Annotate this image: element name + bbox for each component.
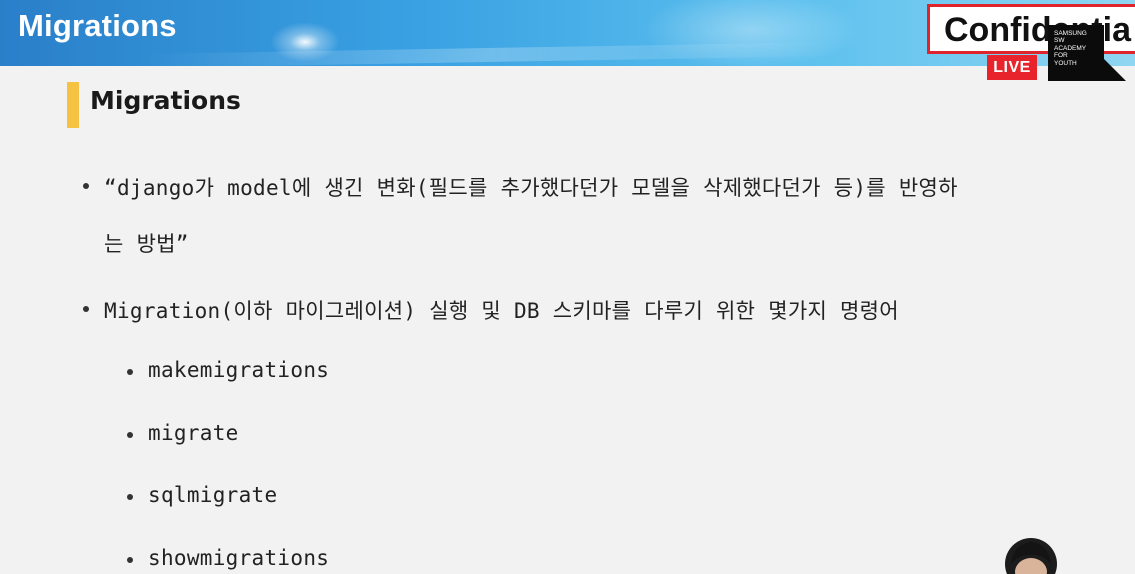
- academy-logo-text: SAMSUNG SW ACADEMY FOR YOUTH: [1054, 30, 1087, 67]
- bullet-dot: [83, 183, 89, 189]
- command-migrate: migrate: [148, 421, 239, 445]
- command-sqlmigrate: sqlmigrate: [148, 483, 278, 507]
- academy-line: FOR: [1054, 52, 1068, 60]
- academy-line: SW: [1054, 37, 1065, 45]
- header-title: Migrations: [18, 8, 177, 43]
- bullet-1-line-2: 는 방법”: [104, 232, 189, 256]
- academy-line: ACADEMY: [1054, 44, 1087, 52]
- command-showmigrations: showmigrations: [148, 546, 330, 570]
- header-lens-flare: [270, 22, 340, 62]
- sub-bullet-dot: [127, 557, 133, 563]
- section-title: Migrations: [90, 86, 241, 115]
- academy-line: YOUTH: [1054, 59, 1077, 67]
- academy-line: SAMSUNG: [1054, 30, 1087, 37]
- sub-bullet-dot: [127, 432, 133, 438]
- presenter-webcam-avatar: [1005, 538, 1057, 574]
- sub-bullet-dot: [127, 494, 133, 500]
- section-accent-bar: [67, 82, 79, 128]
- bullet-2-text: Migration(이하 마이그레이션) 실행 및 DB 스키마를 다루기 위한…: [104, 299, 899, 323]
- bullet-dot: [83, 306, 89, 312]
- bullet-1-line-1: “django가 model에 생긴 변화(필드를 추가했다던가 모델을 삭제했…: [104, 176, 958, 200]
- command-makemigrations: makemigrations: [148, 358, 330, 382]
- live-badge: LIVE: [987, 55, 1037, 80]
- sub-bullet-dot: [127, 369, 133, 375]
